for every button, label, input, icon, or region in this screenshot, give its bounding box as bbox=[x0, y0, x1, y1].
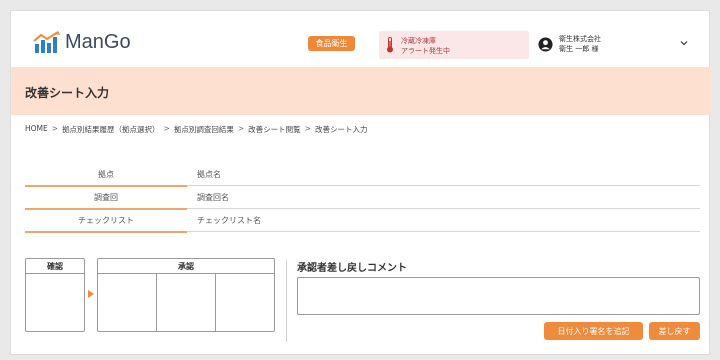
add-dated-signature-button[interactable]: 日付入り署名を追記 bbox=[544, 322, 643, 340]
confirm-stamp-box: 確認 bbox=[25, 258, 85, 332]
chevron-down-icon[interactable] bbox=[679, 38, 689, 48]
user-avatar-icon bbox=[538, 36, 553, 52]
info-row-survey: 調査回 調査回名 bbox=[25, 186, 700, 210]
fridge-alert-notice[interactable]: 冷蔵冷凍庫 アラート発生中 bbox=[379, 31, 529, 59]
breadcrumb-site-history[interactable]: 拠点別結果履歴（拠点選択） bbox=[62, 124, 160, 135]
logo[interactable]: ManGo bbox=[33, 31, 131, 53]
approval-cell bbox=[216, 274, 274, 331]
breadcrumb-separator: > bbox=[51, 124, 59, 133]
send-back-button[interactable]: 差し戻す bbox=[649, 322, 700, 340]
approval-cell bbox=[157, 274, 216, 331]
user-company: 衛生株式会社 bbox=[559, 35, 601, 43]
category-badge[interactable]: 食品衛生 bbox=[308, 36, 355, 51]
info-label: 拠点 bbox=[25, 163, 187, 187]
approval-stamp-box: 承認 bbox=[97, 258, 275, 332]
approval-header: 承認 bbox=[98, 259, 274, 274]
user-menu[interactable]: 衛生株式会社 衛生 一郎 様 bbox=[538, 34, 601, 54]
info-table: 拠点 拠点名 調査回 調査回名 チェックリスト チェックリスト名 bbox=[25, 163, 700, 233]
breadcrumb-separator: > bbox=[304, 124, 311, 133]
info-row-site: 拠点 拠点名 bbox=[25, 163, 700, 187]
info-label: 調査回 bbox=[25, 186, 187, 210]
info-value: チェックリスト名 bbox=[197, 216, 261, 225]
thermometer-icon bbox=[387, 37, 393, 53]
comment-label: 承認者差し戻しコメント bbox=[297, 263, 407, 274]
alert-message: アラート発生中 bbox=[401, 47, 450, 55]
alert-title: 冷蔵冷凍庫 bbox=[401, 37, 436, 45]
breadcrumb-sheet-view[interactable]: 改善シート閲覧 bbox=[248, 124, 301, 135]
info-label: チェックリスト bbox=[25, 209, 187, 233]
approval-cell bbox=[98, 274, 157, 331]
breadcrumb-separator: > bbox=[163, 124, 170, 133]
arrow-right-icon bbox=[88, 290, 94, 298]
breadcrumb-separator: > bbox=[237, 124, 245, 133]
page-title: 改善シート入力 bbox=[25, 86, 110, 100]
bar-chart-logo-icon bbox=[33, 31, 60, 53]
confirm-header: 確認 bbox=[26, 259, 84, 274]
page-title-bar: 改善シート入力 bbox=[11, 67, 711, 115]
info-value: 拠点名 bbox=[197, 170, 221, 179]
divider bbox=[286, 260, 287, 342]
comment-textarea[interactable] bbox=[297, 277, 700, 315]
breadcrumb-survey-results[interactable]: 拠点別調査回結果 bbox=[174, 124, 234, 135]
info-row-checklist: チェックリスト チェックリスト名 bbox=[25, 209, 700, 233]
breadcrumb-current: 改善シート入力 bbox=[314, 125, 368, 134]
breadcrumb: HOME > 拠点別結果履歴（拠点選択） > 拠点別調査回結果 > 改善シート閲… bbox=[25, 124, 367, 135]
app-window: ManGo 食品衛生 冷蔵冷凍庫 アラート発生中 衛生株式会社 衛生 一郎 様 bbox=[10, 10, 711, 355]
logo-text: ManGo bbox=[65, 31, 131, 53]
info-value: 調査回名 bbox=[197, 193, 229, 202]
breadcrumb-home[interactable]: HOME bbox=[25, 124, 48, 135]
header: ManGo 食品衛生 冷蔵冷凍庫 アラート発生中 衛生株式会社 衛生 一郎 様 bbox=[11, 11, 711, 67]
user-name: 衛生 一郎 様 bbox=[559, 45, 599, 53]
